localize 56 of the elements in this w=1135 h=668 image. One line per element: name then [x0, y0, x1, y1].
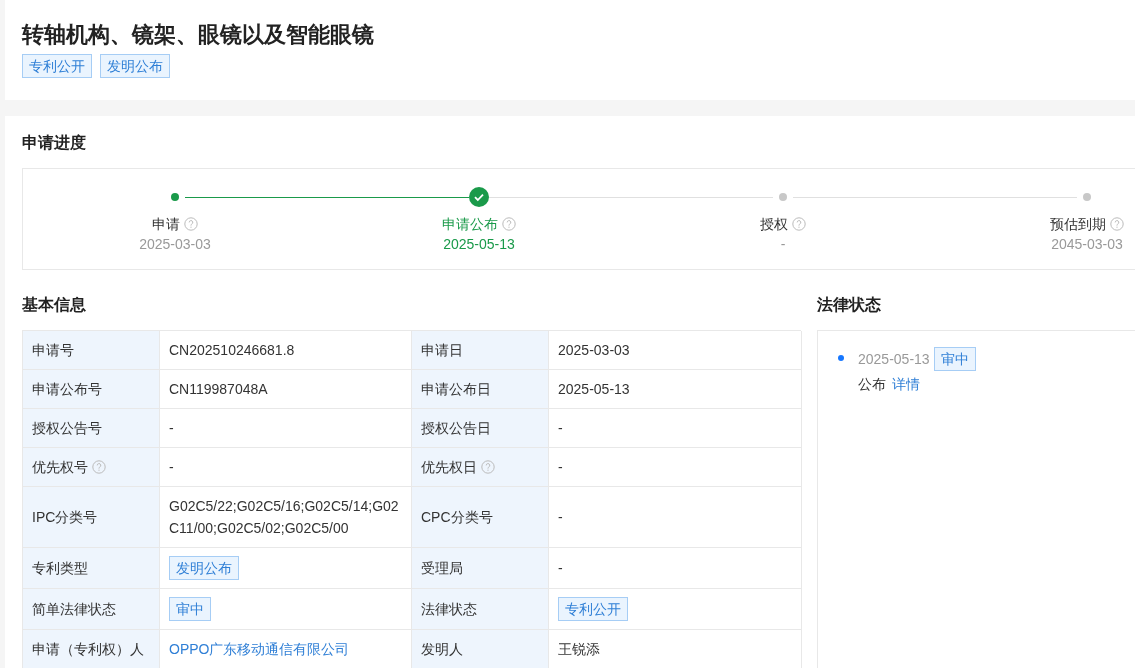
field-label: CPC分类号 [421, 507, 493, 527]
event-text: 公布 [858, 375, 886, 394]
help-icon[interactable] [92, 460, 106, 474]
step-date: 2025-05-13 [443, 235, 515, 254]
field-label: 申请公布日 [421, 379, 491, 399]
status-tag: 发明公布 [169, 556, 239, 580]
field-label: 简单法律状态 [32, 599, 116, 619]
section-heading: 法律状态 [817, 295, 882, 315]
section-heading: 申请进度 [22, 133, 87, 153]
patent-tag: 专利公开 [22, 54, 92, 78]
step-label: 预估到期 [1050, 215, 1106, 234]
field-label: 优先权号 [32, 457, 88, 477]
field-label: 优先权日 [421, 457, 477, 477]
help-icon[interactable] [1110, 217, 1124, 231]
field-label: 申请公布号 [32, 379, 102, 399]
status-tag: 审中 [169, 597, 211, 621]
field-label: 授权公告号 [32, 418, 102, 438]
step-date: 2025-03-03 [139, 235, 211, 254]
patent-title: 转轴机构、镜架、眼镜以及智能眼镜 [22, 21, 375, 49]
details-link[interactable]: 详情 [892, 374, 920, 395]
status-tag: 审中 [933, 347, 976, 371]
field-label: 受理局 [421, 558, 463, 578]
field-label: IPC分类号 [32, 507, 98, 527]
help-icon[interactable] [502, 217, 516, 231]
field-label: 发明人 [421, 639, 463, 659]
event-date: 2025-05-13 [858, 349, 930, 369]
field-value: - [558, 458, 563, 477]
field-label: 专利类型 [32, 558, 88, 578]
field-label: 授权公告日 [421, 418, 491, 438]
step-date: 2045-03-03 [1051, 235, 1123, 254]
step-label: 申请 [152, 215, 180, 234]
field-value: - [558, 508, 563, 527]
step-label: 授权 [760, 215, 788, 234]
field-value: CN202510246681.8 [169, 341, 295, 360]
field-label: 申请日 [421, 340, 463, 360]
step-label: 申请公布 [442, 215, 498, 234]
field-value: - [558, 559, 563, 578]
help-icon[interactable] [481, 460, 495, 474]
help-icon[interactable] [184, 217, 198, 231]
patent-tag: 发明公布 [100, 54, 170, 78]
field-value: G02C5/22;G02C5/16;G02C5/14;G02C11/00;G02C5/02;G02C5/00 [169, 497, 400, 538]
field-label: 申请（专利权）人 [32, 639, 144, 659]
status-tag: 专利公开 [558, 597, 628, 621]
field-value: - [558, 419, 563, 438]
help-icon[interactable] [792, 217, 806, 231]
field-value: - [169, 458, 174, 477]
step-date: - [780, 235, 786, 254]
applicant-link[interactable]: OPPO广东移动通信有限公司 [169, 638, 350, 660]
field-value: 2025-05-13 [558, 380, 630, 399]
field-label: 申请号 [32, 340, 74, 360]
field-value: 2025-03-03 [558, 341, 630, 360]
field-value: - [169, 419, 174, 438]
field-value: 王锐添 [558, 640, 600, 659]
field-value: CN119987048A [169, 380, 268, 399]
section-heading: 基本信息 [22, 295, 87, 315]
field-label: 法律状态 [421, 599, 477, 619]
